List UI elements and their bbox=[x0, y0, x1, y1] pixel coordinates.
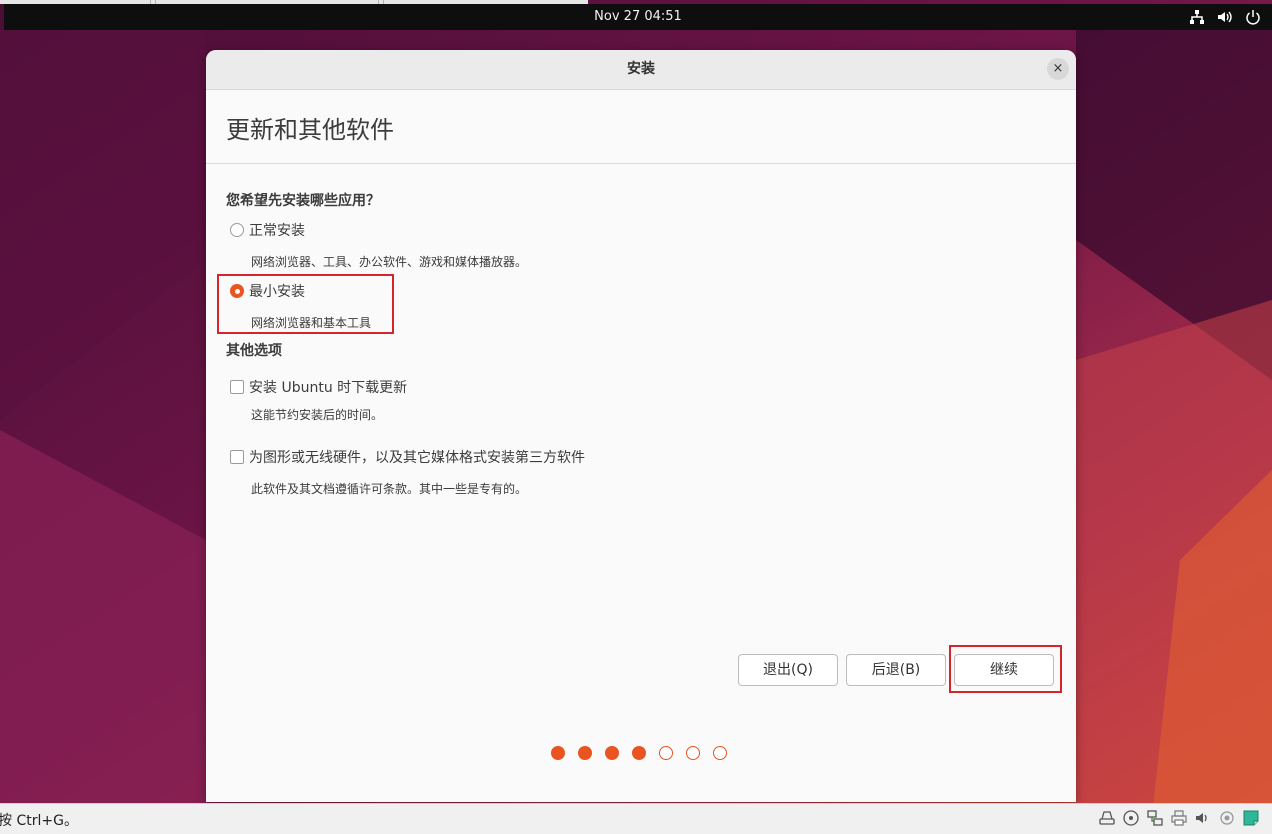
normal-install-description: 网络浏览器、工具、办公软件、游戏和媒体播放器。 bbox=[251, 255, 528, 269]
network-adapter-icon[interactable] bbox=[1146, 809, 1164, 827]
download-updates-description: 这能节约安装后的时间。 bbox=[251, 408, 384, 422]
install-question: 您希望先安装哪些应用？ bbox=[226, 193, 380, 209]
progress-dot bbox=[551, 746, 565, 760]
audio-icon[interactable] bbox=[1194, 809, 1212, 827]
progress-dot bbox=[686, 746, 700, 760]
dialog-titlebar[interactable]: 安装 × bbox=[206, 50, 1076, 90]
progress-dot bbox=[578, 746, 592, 760]
progress-dot bbox=[659, 746, 673, 760]
page-header: 更新和其他软件 bbox=[206, 90, 1076, 164]
clock[interactable]: Nov 27 04:51 bbox=[4, 4, 1272, 30]
printer-icon[interactable] bbox=[1170, 809, 1188, 827]
highlight-box-minimal-install bbox=[217, 274, 394, 334]
optical-drive-icon[interactable] bbox=[1122, 809, 1140, 827]
top-bar: Nov 27 04:51 bbox=[4, 4, 1272, 30]
normal-install-label[interactable]: 正常安装 bbox=[249, 220, 305, 240]
quit-button[interactable]: 退出(Q) bbox=[738, 654, 838, 686]
download-updates-checkbox[interactable] bbox=[230, 380, 244, 394]
third-party-software-description: 此软件及其文档遵循许可条款。其中一些是专有的。 bbox=[251, 482, 528, 496]
progress-dot bbox=[632, 746, 646, 760]
usb-icon[interactable] bbox=[1218, 809, 1236, 827]
volume-icon[interactable] bbox=[1216, 8, 1234, 26]
highlight-box-continue bbox=[949, 645, 1062, 693]
third-party-software-label[interactable]: 为图形或无线硬件，以及其它媒体格式安装第三方软件 bbox=[249, 447, 585, 467]
step-progress-indicator bbox=[551, 746, 727, 760]
status-hint: 按 Ctrl+G。 bbox=[0, 813, 78, 829]
dialog-title: 安装 bbox=[627, 61, 655, 77]
power-icon[interactable] bbox=[1244, 8, 1262, 26]
third-party-software-checkbox[interactable] bbox=[230, 450, 244, 464]
progress-dot bbox=[713, 746, 727, 760]
host-status-bar: 按 Ctrl+G。 bbox=[0, 803, 1272, 834]
download-updates-label[interactable]: 安装 Ubuntu 时下载更新 bbox=[249, 377, 407, 397]
other-options-label: 其他选项 bbox=[226, 343, 282, 359]
system-tray[interactable] bbox=[1188, 8, 1262, 26]
page-title: 更新和其他软件 bbox=[226, 116, 394, 144]
back-button[interactable]: 后退(B) bbox=[846, 654, 946, 686]
normal-install-radio-option[interactable]: 正常安装 bbox=[230, 220, 305, 240]
close-icon: × bbox=[1052, 61, 1064, 76]
installer-dialog: 安装 × 更新和其他软件 您希望先安装哪些应用？ 正常安装 网络浏览器、工具、办… bbox=[206, 50, 1076, 802]
download-updates-option[interactable]: 安装 Ubuntu 时下载更新 bbox=[230, 377, 407, 397]
progress-dot bbox=[605, 746, 619, 760]
hard-disk-icon[interactable] bbox=[1098, 809, 1116, 827]
close-button[interactable]: × bbox=[1047, 58, 1069, 80]
normal-install-radio[interactable] bbox=[230, 223, 244, 237]
network-icon[interactable] bbox=[1188, 8, 1206, 26]
notes-icon[interactable] bbox=[1242, 809, 1260, 827]
status-icons bbox=[1098, 809, 1260, 827]
third-party-software-option[interactable]: 为图形或无线硬件，以及其它媒体格式安装第三方软件 bbox=[230, 447, 585, 467]
